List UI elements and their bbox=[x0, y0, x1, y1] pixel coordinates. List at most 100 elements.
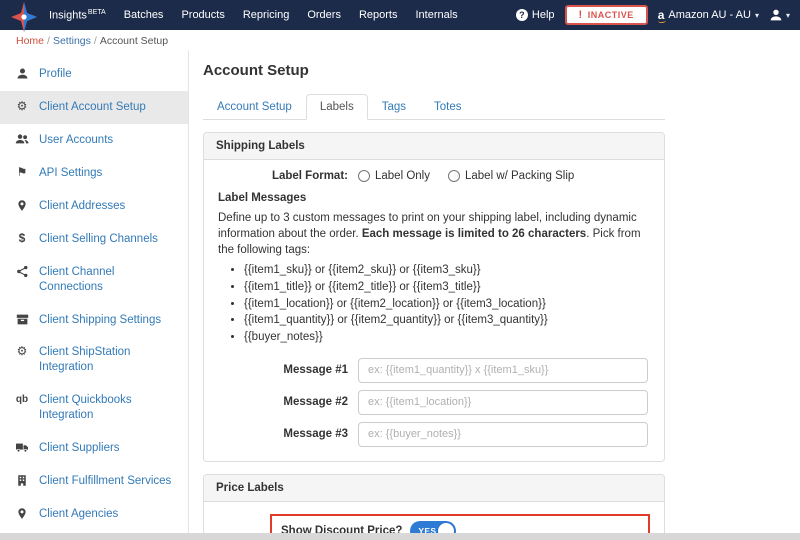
shipping-labels-panel-title: Shipping Labels bbox=[204, 133, 664, 160]
nav-links: InsightsBETA Batches Products Repricing … bbox=[40, 1, 467, 30]
tag-options-list: {{item1_sku}} or {{item2_sku}} or {{item… bbox=[244, 262, 650, 345]
message-3-label: Message #3 bbox=[283, 428, 348, 441]
shipping-labels-panel: Shipping Labels Label Format: Label Only… bbox=[203, 132, 665, 462]
description-bold-text: Each message is limited to 26 characters bbox=[361, 228, 587, 241]
sidebar-item-profile[interactable]: Profile bbox=[0, 58, 188, 91]
message-1-input[interactable] bbox=[358, 357, 648, 383]
users-icon bbox=[14, 133, 30, 146]
box-icon bbox=[14, 313, 30, 326]
main-content: Account Setup Account Setup Labels Tags … bbox=[189, 50, 800, 540]
message-2-row: Message #2 bbox=[218, 389, 650, 415]
sidebar-item-label: Client Fulfillment Services bbox=[39, 475, 172, 488]
sidebar-item-label: Client Quickbooks Integration bbox=[39, 394, 132, 422]
nav-item-repricing[interactable]: Repricing bbox=[234, 1, 298, 29]
nav-item-batches[interactable]: Batches bbox=[115, 1, 173, 29]
nav-item-products[interactable]: Products bbox=[172, 1, 233, 29]
sidebar-item-client-addresses[interactable]: Client Addresses bbox=[0, 190, 188, 223]
amazon-icon: a bbox=[657, 8, 667, 23]
label-messages-description: Define up to 3 custom messages to print … bbox=[218, 210, 650, 258]
inactive-status-button[interactable]: ! INACTIVE bbox=[564, 5, 648, 25]
radio-label-packing-slip[interactable]: Label w/ Packing Slip bbox=[447, 170, 575, 182]
nav-item-insights[interactable]: InsightsBETA bbox=[40, 1, 115, 30]
share-icon bbox=[14, 265, 30, 278]
tag-option: {{item1_sku}} or {{item2_sku}} or {{item… bbox=[244, 262, 650, 279]
gear-icon: ⚙ bbox=[16, 344, 28, 359]
sidebar-item-label: Client ShipStation Integration bbox=[39, 346, 131, 374]
nav-item-internals[interactable]: Internals bbox=[406, 1, 466, 29]
map-marker-icon bbox=[14, 507, 30, 520]
chevron-down-icon: ▾ bbox=[785, 10, 790, 20]
help-icon: ? bbox=[515, 9, 528, 21]
tag-option: {{item1_location}} or {{item2_location}}… bbox=[244, 296, 650, 313]
help-menu[interactable]: ? Help bbox=[515, 9, 555, 21]
tag-option: {{buyer_notes}} bbox=[244, 329, 650, 346]
message-1-label: Message #1 bbox=[283, 364, 348, 377]
sidebar-item-client-suppliers[interactable]: Client Suppliers bbox=[0, 432, 188, 465]
sidebar-item-client-shipstation-integration[interactable]: ⚙ Client ShipStation Integration bbox=[0, 336, 188, 384]
sidebar-item-label: API Settings bbox=[39, 166, 103, 179]
breadcrumb-current: Account Setup bbox=[99, 35, 169, 47]
message-3-row: Message #3 bbox=[218, 421, 650, 447]
tab-labels[interactable]: Labels bbox=[305, 94, 368, 120]
sidebar-item-client-channel-connections[interactable]: Client Channel Connections bbox=[0, 256, 188, 304]
sidebar-item-label: User Accounts bbox=[39, 133, 114, 146]
radio-label-only-text: Label Only bbox=[375, 170, 430, 182]
sidebar-item-user-accounts[interactable]: User Accounts bbox=[0, 124, 188, 157]
beta-badge: BETA bbox=[87, 8, 106, 16]
radio-label-only-input[interactable] bbox=[358, 170, 370, 182]
settings-tabs: Account Setup Labels Tags Totes bbox=[203, 93, 665, 120]
breadcrumb: Home / Settings / Account Setup bbox=[0, 30, 800, 50]
sidebar-item-label: Client Channel Connections bbox=[39, 265, 115, 293]
breadcrumb-home[interactable]: Home bbox=[16, 35, 44, 47]
page-bottom-strip bbox=[0, 533, 800, 540]
account-selector-label: Amazon AU - AU bbox=[668, 9, 751, 21]
breadcrumb-settings[interactable]: Settings bbox=[53, 35, 91, 47]
user-icon bbox=[770, 9, 782, 21]
label-format-options: Label Only Label w/ Packing Slip bbox=[358, 170, 574, 182]
message-3-input[interactable] bbox=[358, 421, 648, 447]
price-labels-panel-title: Price Labels bbox=[204, 474, 664, 502]
nav-item-reports[interactable]: Reports bbox=[350, 1, 407, 29]
sidebar-item-client-selling-channels[interactable]: $ Client Selling Channels bbox=[0, 223, 188, 256]
gear-icon: ⚙ bbox=[16, 98, 28, 113]
tab-tags[interactable]: Tags bbox=[368, 94, 420, 120]
user-menu[interactable]: ▾ bbox=[769, 8, 790, 22]
price-labels-panel: Price Labels Show Discount Price? YES sh… bbox=[203, 473, 665, 540]
page-title: Account Setup bbox=[203, 62, 309, 79]
building-icon bbox=[14, 474, 30, 487]
content-area: Profile ⚙ Client Account Setup User Acco… bbox=[0, 50, 800, 540]
user-icon bbox=[14, 67, 30, 80]
breadcrumb-separator: / bbox=[47, 35, 50, 47]
message-2-label: Message #2 bbox=[283, 396, 348, 409]
label-format-label: Label Format: bbox=[271, 170, 348, 182]
sidebar-item-client-fulfillment-services[interactable]: Client Fulfillment Services bbox=[0, 465, 188, 498]
sidebar-item-api-settings[interactable]: ⚑ API Settings bbox=[0, 157, 188, 190]
sidebar-item-label: Client Account Setup bbox=[39, 100, 146, 113]
radio-label-packing-slip-text: Label w/ Packing Slip bbox=[464, 170, 575, 182]
sidebar-item-client-shipping-settings[interactable]: Client Shipping Settings bbox=[0, 304, 188, 337]
label-format-row: Label Format: Label Only Label w/ Packin… bbox=[218, 170, 650, 182]
nav-right-group: ? Help ! INACTIVE a Amazon AU - AU ▾ ▾ bbox=[515, 5, 790, 25]
sidebar-item-client-agencies[interactable]: Client Agencies bbox=[0, 498, 188, 531]
tab-totes[interactable]: Totes bbox=[420, 94, 476, 120]
quickbooks-icon: qb bbox=[15, 394, 29, 406]
account-selector[interactable]: a Amazon AU - AU ▾ bbox=[657, 8, 759, 23]
nav-item-insights-label: Insights bbox=[49, 9, 87, 22]
dollar-icon: $ bbox=[18, 230, 26, 245]
sidebar-item-label: Client Suppliers bbox=[39, 442, 120, 455]
tab-account-setup[interactable]: Account Setup bbox=[203, 94, 306, 120]
tag-option: {{item1_title}} or {{item2_title}} or {{… bbox=[244, 279, 650, 296]
message-2-input[interactable] bbox=[358, 389, 648, 415]
map-marker-icon bbox=[14, 199, 30, 212]
page: InsightsBETA Batches Products Repricing … bbox=[0, 0, 800, 540]
sidebar-item-label: Client Shipping Settings bbox=[39, 313, 162, 326]
sidebar-item-label: Profile bbox=[39, 68, 72, 80]
sidebar-item-client-account-setup[interactable]: ⚙ Client Account Setup bbox=[0, 90, 188, 124]
truck-icon bbox=[14, 441, 30, 454]
app-logo-icon[interactable] bbox=[10, 1, 38, 33]
radio-label-only[interactable]: Label Only bbox=[358, 170, 430, 182]
breadcrumb-separator: / bbox=[93, 35, 97, 47]
radio-label-packing-slip-input[interactable] bbox=[447, 170, 460, 182]
sidebar-item-client-quickbooks-integration[interactable]: qb Client Quickbooks Integration bbox=[0, 384, 188, 432]
nav-item-orders[interactable]: Orders bbox=[298, 1, 350, 29]
